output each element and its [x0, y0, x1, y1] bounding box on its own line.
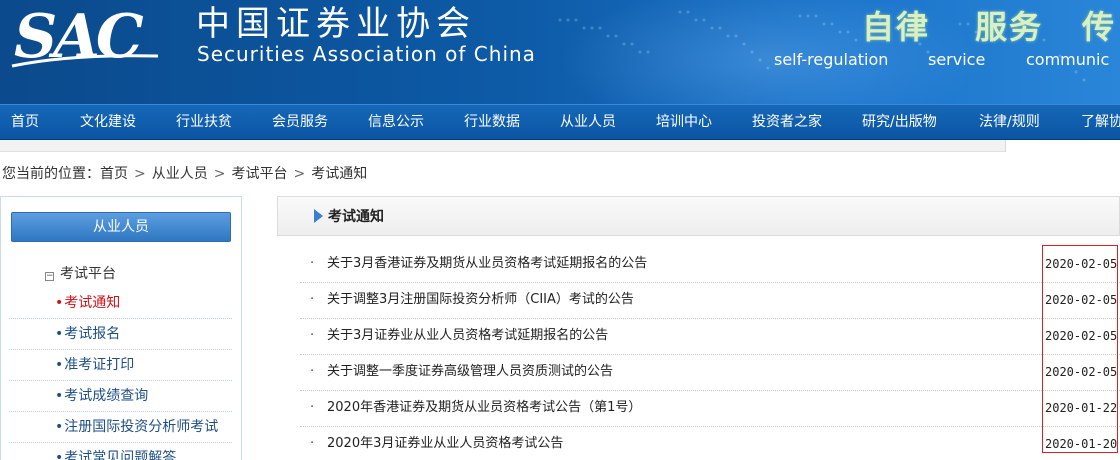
bullet-icon: • [55, 388, 64, 404]
section-header: 考试通知 [277, 196, 1120, 236]
notice-link[interactable]: 关于调整一季度证券高级管理人员资质测试的公告 [327, 355, 613, 389]
org-name-en: Securities Association of China [197, 42, 536, 66]
notice-link[interactable]: 关于调整3月注册国际投资分析师（CIIA）考试的公告 [327, 283, 634, 317]
bullet-icon: · [310, 400, 315, 415]
sidebar: 从业人员 − 考试平台 •考试通知 •考试报名 •准考证打印 •考试成绩查询 •注… [0, 196, 242, 460]
bullet-icon: · [310, 436, 315, 451]
notice-date: 2020-02-05 [1045, 365, 1118, 379]
sidebar-item-label: 考试常见问题解答 [64, 450, 177, 460]
sidebar-item-label: 考试通知 [64, 295, 121, 311]
nav-industry-data[interactable]: 行业数据 [464, 105, 520, 140]
notice-date: 2020-02-05 [1045, 293, 1118, 307]
list-item: · 2020年香港证券及期货从业员资格考试公告（第1号） 2020-01-22 [300, 391, 1120, 427]
notice-link[interactable]: 2020年3月证券业从业人员资格考试公告 [327, 427, 563, 460]
notice-date: 2020-01-20 [1045, 437, 1118, 451]
notice-date: 2020-02-05 [1045, 329, 1118, 343]
bullet-icon: • [55, 357, 64, 373]
breadcrumb-exam-platform[interactable]: 考试平台 [231, 166, 287, 182]
nav-shadow-strip [0, 140, 1120, 152]
breadcrumb-prefix: 您当前的位置： [2, 166, 100, 182]
sidebar-item-admission-ticket[interactable]: •准考证打印 [9, 350, 232, 381]
motto-self-regulation-en: self-regulation [774, 50, 889, 69]
bullet-icon: • [55, 295, 64, 311]
sidebar-heading[interactable]: 从业人员 [11, 212, 231, 242]
notice-date: 2020-02-05 [1045, 257, 1118, 271]
sidebar-item-exam-registration[interactable]: •考试报名 [9, 319, 232, 350]
nav-member-services[interactable]: 会员服务 [272, 105, 328, 140]
triangle-right-icon [314, 209, 323, 223]
notice-link[interactable]: 2020年香港证券及期货从业员资格考试公告（第1号） [327, 391, 641, 425]
org-name-cn: 中国证券业协会 [196, 4, 476, 44]
collapse-icon[interactable]: − [45, 272, 54, 281]
list-item: · 关于调整一季度证券高级管理人员资质测试的公告 2020-02-05 [300, 355, 1120, 391]
bullet-icon: · [310, 292, 315, 307]
nav-culture[interactable]: 文化建设 [80, 105, 136, 140]
motto-communication-cn: 传 [1082, 8, 1117, 46]
breadcrumb-home[interactable]: 首页 [100, 166, 128, 182]
sidebar-item-exam-notices[interactable]: •考试通知 [9, 288, 232, 319]
breadcrumb-practitioners[interactable]: 从业人员 [152, 166, 208, 182]
notice-date: 2020-01-22 [1045, 401, 1118, 415]
breadcrumb-separator: > [213, 166, 226, 182]
section-title: 考试通知 [328, 209, 384, 225]
nav-home[interactable]: 首页 [11, 105, 39, 140]
list-item: · 2020年3月证券业从业人员资格考试公告 2020-01-20 [300, 427, 1120, 460]
main-nav: 首页 文化建设 行业扶贫 会员服务 信息公示 行业数据 从业人员 培训中心 投资… [0, 104, 1120, 140]
list-item: · 关于3月证券业从业人员资格考试延期报名的公告 2020-02-05 [300, 319, 1120, 355]
motto-self-regulation-cn: 自律 [862, 8, 931, 46]
sidebar-item-label: 准考证打印 [64, 357, 135, 373]
nav-laws[interactable]: 法律/规则 [979, 105, 1040, 140]
breadcrumb-separator: > [293, 166, 306, 182]
header-banner: SAC 中国证券业协会 Securities Association of Ch… [0, 0, 1120, 104]
breadcrumb: 您当前的位置：首页 > 从业人员 > 考试平台 > 考试通知 [2, 164, 367, 184]
motto-communication-en: communic [1026, 50, 1110, 69]
breadcrumb-exam-notices[interactable]: 考试通知 [311, 166, 367, 182]
bullet-icon: · [310, 256, 315, 271]
bullet-icon: · [310, 364, 315, 379]
nav-research[interactable]: 研究/出版物 [862, 105, 937, 140]
nav-disclosure[interactable]: 信息公示 [368, 105, 424, 140]
bullet-icon: • [55, 450, 64, 460]
sidebar-item-label: 考试报名 [64, 326, 121, 342]
sidebar-group-label: 考试平台 [60, 266, 116, 282]
sidebar-item-score-query[interactable]: •考试成绩查询 [9, 381, 232, 412]
sidebar-item-label: 考试成绩查询 [64, 388, 149, 404]
logo-swoosh-icon [11, 54, 159, 68]
motto-service-cn: 服务 [975, 8, 1044, 46]
nav-investors[interactable]: 投资者之家 [752, 105, 822, 140]
bullet-icon: • [55, 326, 64, 342]
nav-search-area [1005, 140, 1120, 152]
motto-service-en: service [928, 50, 986, 69]
notice-link[interactable]: 关于3月香港证券及期货从业员资格考试延期报名的公告 [327, 247, 647, 281]
nav-practitioners[interactable]: 从业人员 [560, 105, 616, 140]
sidebar-item-exam-faq[interactable]: •考试常见问题解答 [9, 443, 232, 460]
sidebar-item-ciia-exam[interactable]: •注册国际投资分析师考试 [9, 412, 232, 443]
breadcrumb-separator: > [134, 166, 146, 182]
list-item: · 关于调整3月注册国际投资分析师（CIIA）考试的公告 2020-02-05 [300, 283, 1120, 319]
nav-about[interactable]: 了解协 [1081, 105, 1120, 140]
list-item: · 关于3月香港证券及期货从业员资格考试延期报名的公告 2020-02-05 [300, 247, 1120, 283]
bullet-icon: • [55, 419, 64, 435]
nav-poverty-relief[interactable]: 行业扶贫 [176, 105, 232, 140]
nav-training[interactable]: 培训中心 [656, 105, 712, 140]
notice-link[interactable]: 关于3月证券业从业人员资格考试延期报名的公告 [327, 319, 608, 353]
bullet-icon: · [310, 328, 315, 343]
sidebar-item-label: 注册国际投资分析师考试 [64, 419, 219, 435]
sidebar-group-exam-platform[interactable]: − 考试平台 [45, 263, 116, 285]
